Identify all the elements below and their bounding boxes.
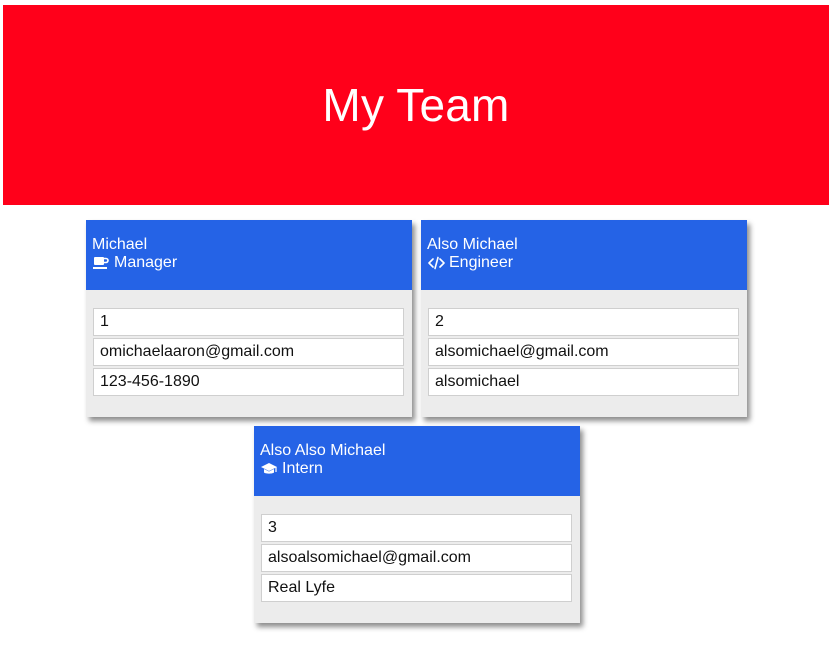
member-role-label: Engineer bbox=[449, 254, 514, 271]
member-role-label: Intern bbox=[282, 460, 323, 477]
code-brackets-icon bbox=[427, 255, 445, 271]
member-name: Also Also Michael bbox=[260, 442, 386, 459]
member-office-number: 123-456-1890 bbox=[93, 368, 404, 396]
team-member-card: Also Michael Engineer 2 alsomichael@gmai… bbox=[421, 220, 747, 417]
page-header: My Team bbox=[3, 5, 829, 205]
team-member-card: Michael Manager 1 omichaelaaron@gmail.co… bbox=[86, 220, 412, 417]
member-role: Engineer bbox=[427, 254, 741, 272]
graduation-cap-icon bbox=[260, 461, 278, 477]
member-name: Also Michael bbox=[427, 236, 518, 253]
member-name: Michael bbox=[92, 236, 148, 253]
member-school: Real Lyfe bbox=[261, 574, 572, 602]
member-github[interactable]: alsomichael bbox=[428, 368, 739, 396]
member-role: Intern bbox=[260, 460, 574, 478]
page-title: My Team bbox=[322, 79, 510, 131]
team-member-card: Also Also Michael Intern 3 alsoalsomicha… bbox=[254, 426, 580, 623]
card-header: Also Also Michael Intern bbox=[254, 426, 580, 496]
card-header: Michael Manager bbox=[86, 220, 412, 290]
coffee-mug-icon bbox=[92, 255, 110, 271]
member-email[interactable]: alsoalsomichael@gmail.com bbox=[261, 544, 572, 572]
card-body: 3 alsoalsomichael@gmail.com Real Lyfe bbox=[254, 496, 580, 602]
member-role-label: Manager bbox=[114, 254, 178, 271]
card-body: 1 omichaelaaron@gmail.com 123-456-1890 bbox=[86, 290, 412, 396]
member-email[interactable]: omichaelaaron@gmail.com bbox=[93, 338, 404, 366]
card-body: 2 alsomichael@gmail.com alsomichael bbox=[421, 290, 747, 396]
member-id: 3 bbox=[261, 514, 572, 542]
member-role: Manager bbox=[92, 254, 406, 272]
card-header: Also Michael Engineer bbox=[421, 220, 747, 290]
page: My Team Michael Manager 1 omichaelaaron@… bbox=[0, 0, 835, 652]
member-id: 1 bbox=[93, 308, 404, 336]
member-email[interactable]: alsomichael@gmail.com bbox=[428, 338, 739, 366]
member-id: 2 bbox=[428, 308, 739, 336]
